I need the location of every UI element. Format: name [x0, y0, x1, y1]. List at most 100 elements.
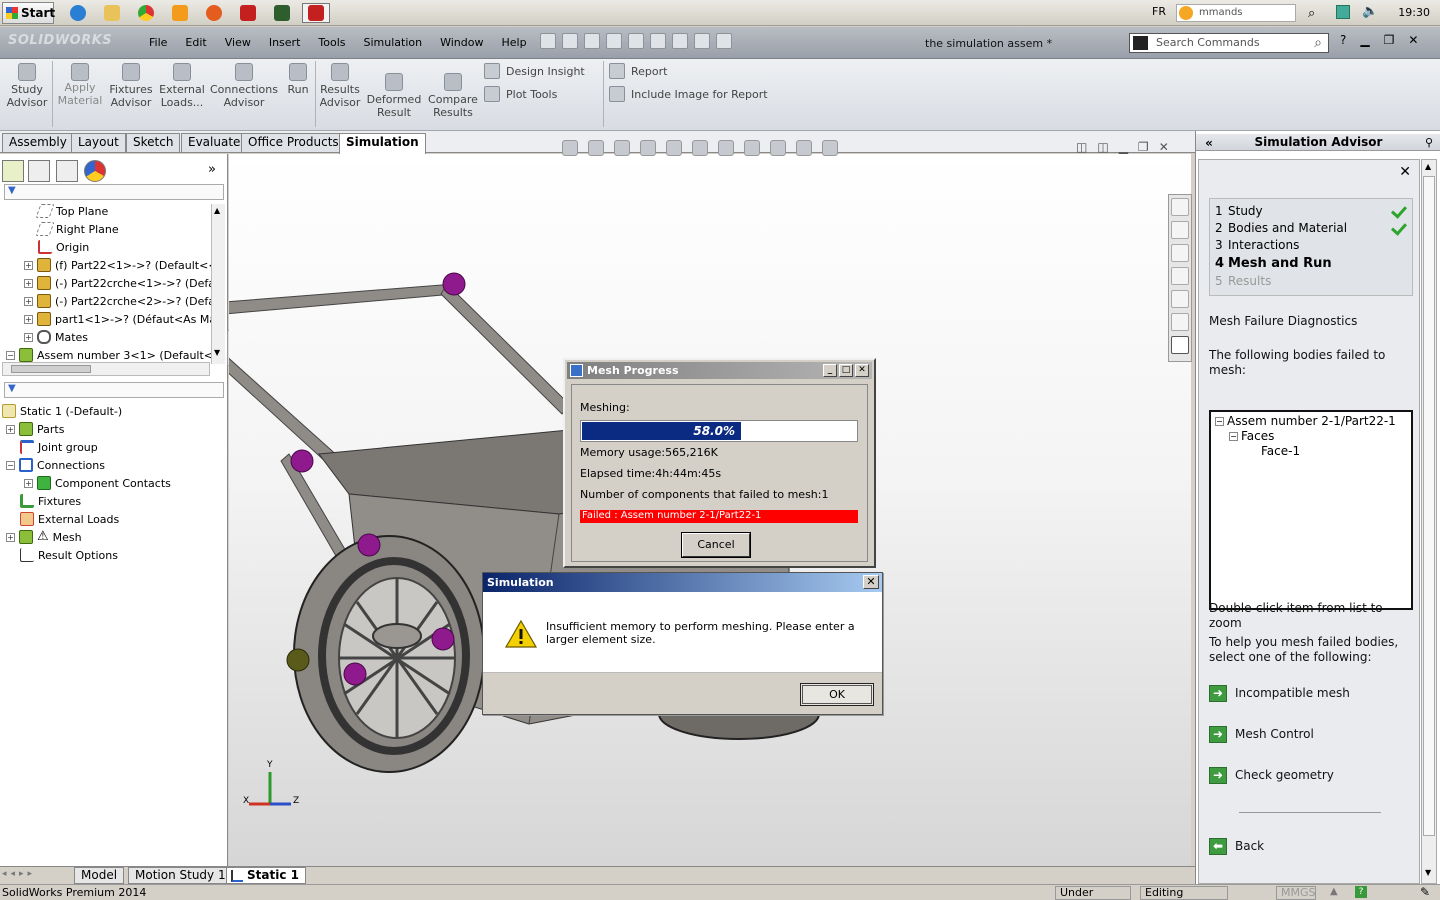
expand-icon[interactable]: + — [24, 332, 33, 342]
tree-item[interactable]: + (f) Part22<1>->? (Default<<D — [24, 256, 212, 274]
simulation-advisor-tab-icon[interactable] — [1171, 336, 1189, 354]
property-manager-tab-icon[interactable] — [28, 160, 50, 182]
tree-item[interactable]: Static 1 (-Default-) — [2, 402, 122, 420]
viewport-minimize-icon[interactable]: ▁ — [1119, 140, 1128, 154]
status-help-icon[interactable]: ? — [1355, 886, 1367, 898]
step-study[interactable]: 1 Study — [1215, 203, 1263, 220]
failed-component-item[interactable]: Failed : Assem number 2-1/Part22-1 — [580, 510, 858, 523]
apply-scene-icon[interactable] — [796, 140, 812, 156]
menu-tools[interactable]: Tools — [309, 35, 354, 51]
expand-icon[interactable]: + — [24, 314, 33, 324]
tree-item[interactable]: + Mates — [24, 328, 88, 346]
search-icon[interactable]: ⌕ — [1314, 34, 1322, 52]
study-filter[interactable]: ▼ — [4, 382, 224, 398]
tray-network-icon[interactable] — [1336, 5, 1350, 19]
tab-office-products[interactable]: Office Products — [241, 133, 346, 152]
expand-chevron-icon[interactable]: » — [208, 162, 216, 177]
taskbar-firefox-icon[interactable] — [200, 3, 228, 23]
expand-icon[interactable]: + — [24, 478, 33, 488]
viewport-restore-icon[interactable]: ❐ — [1138, 140, 1149, 154]
tree-item[interactable]: Fixtures — [20, 492, 81, 510]
tab-sketch[interactable]: Sketch — [126, 133, 181, 152]
tree-item[interactable]: + part1<1>->? (Défaut<As Mach — [24, 310, 212, 328]
apply-material-button[interactable]: Apply Material — [56, 63, 104, 107]
close-icon[interactable]: ✕ — [1408, 33, 1418, 47]
tab-layout[interactable]: Layout — [71, 133, 126, 152]
expand-icon[interactable]: + — [6, 532, 15, 542]
tab-static-1[interactable]: Static 1 — [226, 867, 306, 884]
menu-file[interactable]: File — [140, 35, 176, 51]
collapse-icon[interactable]: − — [6, 350, 15, 360]
tile-vertical-icon[interactable]: ◫ — [1097, 140, 1108, 154]
incompatible-mesh-link[interactable]: ➜ Incompatible mesh — [1209, 684, 1350, 702]
tab-scroll-arrows-icon[interactable]: ◂◂▸▸ — [2, 869, 36, 879]
expand-icon[interactable]: + — [6, 424, 15, 434]
step-interactions[interactable]: 3 Interactions — [1215, 237, 1299, 254]
configuration-tab-icon[interactable] — [56, 160, 78, 182]
save-icon[interactable] — [584, 33, 600, 49]
display-manager-tab-icon[interactable] — [84, 160, 106, 182]
print-icon[interactable] — [606, 33, 622, 49]
select-icon[interactable] — [650, 33, 666, 49]
tab-simulation[interactable]: Simulation — [339, 133, 426, 154]
taskbar-solidworks-icon[interactable] — [234, 3, 262, 23]
fixtures-advisor-button[interactable]: Fixtures Advisor — [108, 63, 154, 109]
restore-icon[interactable]: ❐ — [1384, 33, 1395, 47]
simulation-dialog-title-bar[interactable]: Simulation ✕ — [483, 573, 882, 592]
zoom-to-fit-icon[interactable] — [562, 140, 578, 156]
feature-filter[interactable]: ▼ — [4, 184, 224, 200]
mesh-control-link[interactable]: ➜ Mesh Control — [1209, 725, 1314, 743]
run-button[interactable]: Run — [284, 63, 312, 96]
scroll-down-icon[interactable]: ▼ — [1425, 868, 1431, 877]
status-units[interactable]: MMGS — [1276, 886, 1316, 900]
deformed-result-button[interactable]: Deformed Result — [366, 73, 422, 119]
display-style-icon[interactable] — [718, 140, 734, 156]
tab-evaluate[interactable]: Evaluate — [181, 133, 248, 152]
tree-item[interactable]: + (-) Part22crche<1>->? (Default — [24, 274, 212, 292]
scroll-down-icon[interactable]: ▼ — [214, 348, 220, 357]
view-settings-icon[interactable] — [822, 140, 838, 156]
connections-advisor-button[interactable]: Connections Advisor — [210, 63, 278, 109]
check-geometry-link[interactable]: ➜ Check geometry — [1209, 766, 1334, 784]
collapse-icon[interactable]: − — [6, 460, 15, 470]
maximize-icon[interactable]: □ — [839, 364, 853, 377]
design-library-icon[interactable] — [1171, 221, 1189, 239]
tray-search-icon[interactable]: ⌕ — [1308, 6, 1315, 21]
ok-button[interactable]: OK — [800, 683, 874, 706]
report-button[interactable]: Report — [609, 63, 667, 79]
menu-insert[interactable]: Insert — [260, 35, 310, 51]
tab-model[interactable]: Model — [74, 867, 125, 884]
taskbar-media-icon[interactable] — [166, 3, 194, 23]
list-item[interactable]: − Assem number 2-1/Part22-1 — [1215, 414, 1396, 428]
dynamic-annotation-icon[interactable] — [666, 140, 682, 156]
hide-show-icon[interactable] — [744, 140, 760, 156]
collapse-icon[interactable]: − — [1215, 416, 1224, 426]
menu-simulation[interactable]: Simulation — [355, 35, 432, 51]
custom-properties-icon[interactable] — [1171, 313, 1189, 331]
feature-tree-tab-icon[interactable] — [2, 160, 24, 182]
minimize-icon[interactable]: _ — [823, 364, 837, 377]
feature-tree-hscrollbar[interactable] — [2, 362, 210, 376]
tree-item[interactable]: Top Plane — [35, 202, 108, 220]
rebuild-icon[interactable] — [672, 33, 688, 49]
file-explorer-icon[interactable] — [1171, 244, 1189, 262]
list-item[interactable]: − Faces — [1229, 429, 1274, 443]
tray-volume-icon[interactable]: 🔈 — [1362, 4, 1378, 19]
previous-view-icon[interactable] — [614, 140, 630, 156]
close-icon[interactable]: ✕ — [863, 575, 879, 589]
rebuild-status-icon[interactable]: ✎ — [1420, 885, 1430, 899]
help-icon[interactable]: ? — [1340, 33, 1346, 47]
taskbar-chrome-icon[interactable] — [132, 3, 160, 23]
external-loads-button[interactable]: External Loads... — [158, 63, 206, 109]
pin-icon[interactable]: ⚲ — [1423, 137, 1435, 149]
tray-search-field[interactable]: mmands — [1176, 4, 1296, 22]
file-properties-icon[interactable] — [694, 33, 710, 49]
viewport-close-icon[interactable]: ✕ — [1159, 140, 1169, 154]
mesh-progress-title-bar[interactable]: Mesh Progress _ □ ✕ — [567, 362, 872, 379]
include-image-button[interactable]: Include Image for Report — [609, 86, 768, 102]
results-advisor-button[interactable]: Results Advisor — [318, 63, 362, 109]
status-up-icon[interactable]: ▲ — [1330, 886, 1338, 897]
menu-view[interactable]: View — [216, 35, 260, 51]
scroll-thumb[interactable] — [1423, 176, 1435, 836]
view-orientation-icon[interactable] — [692, 140, 708, 156]
